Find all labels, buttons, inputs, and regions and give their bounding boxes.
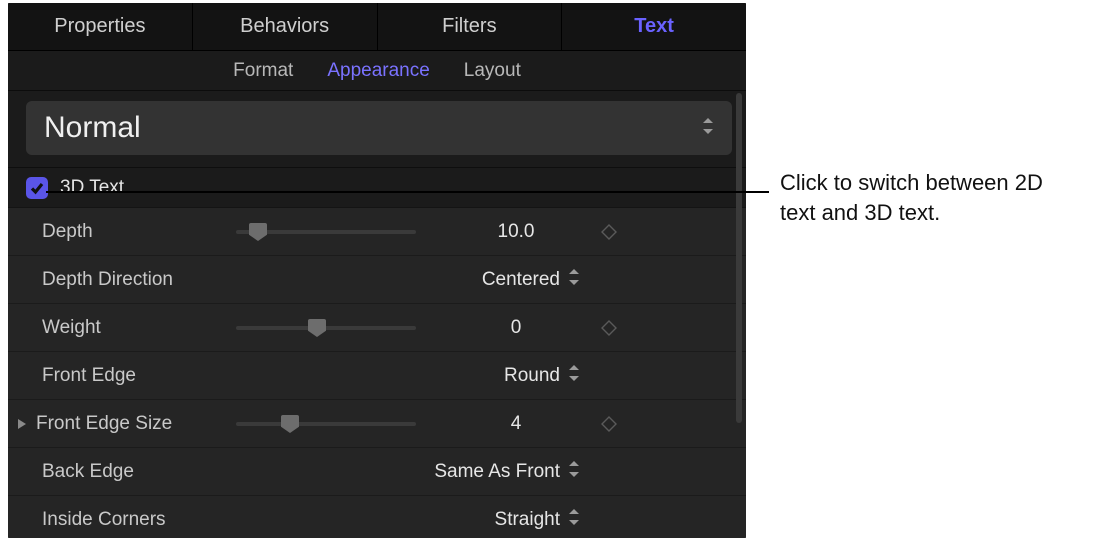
vertical-scrollbar[interactable]: [736, 93, 742, 423]
keyframe-diamond-icon[interactable]: [586, 416, 632, 432]
updown-icon: [702, 118, 714, 139]
keyframe-diamond-icon[interactable]: [586, 224, 632, 240]
param-front-edge-value: Round: [504, 365, 560, 387]
section-3d-text-header: 3D Text: [8, 168, 746, 208]
inspector-panel: Properties Behaviors Filters Text Format…: [8, 3, 746, 538]
updown-icon: [568, 509, 580, 531]
param-row-weight: Weight 0: [8, 304, 746, 352]
param-depth-value[interactable]: 10.0: [446, 221, 586, 243]
checkbox-3d-text[interactable]: [26, 177, 48, 199]
tab-text[interactable]: Text: [562, 3, 746, 50]
param-depth-direction-select[interactable]: Centered: [236, 269, 586, 291]
param-back-edge-label: Back Edge: [36, 461, 236, 483]
annotation-text: Click to switch between 2D text and 3D t…: [780, 168, 1080, 227]
param-depth-direction-label: Depth Direction: [36, 269, 236, 291]
param-inside-corners-value: Straight: [495, 509, 560, 531]
param-front-edge-select[interactable]: Round: [236, 365, 586, 387]
param-front-edge-size-label: Front Edge Size: [36, 413, 236, 435]
param-row-depth: Depth 10.0: [8, 208, 746, 256]
param-depth-direction-value: Centered: [482, 269, 560, 291]
text-sub-tabs: Format Appearance Layout: [8, 51, 746, 91]
param-depth-slider[interactable]: [236, 221, 446, 243]
param-inside-corners-select[interactable]: Straight: [236, 509, 586, 531]
param-weight-label: Weight: [36, 317, 236, 339]
tab-behaviors[interactable]: Behaviors: [193, 3, 378, 50]
annotation-leader-line: [46, 191, 769, 193]
param-front-edge-size-slider[interactable]: [236, 413, 446, 435]
updown-icon: [568, 461, 580, 483]
tab-properties[interactable]: Properties: [8, 3, 193, 50]
tab-filters[interactable]: Filters: [378, 3, 563, 50]
style-preset-row: Normal: [8, 91, 746, 168]
param-weight-slider[interactable]: [236, 317, 446, 339]
disclosure-triangle-icon[interactable]: [8, 418, 36, 430]
param-row-inside-corners: Inside Corners Straight: [8, 496, 746, 538]
param-row-back-edge: Back Edge Same As Front: [8, 448, 746, 496]
param-depth-label: Depth: [36, 221, 236, 243]
param-row-depth-direction: Depth Direction Centered: [8, 256, 746, 304]
updown-icon: [568, 365, 580, 387]
style-preset-label: Normal: [44, 111, 141, 145]
param-back-edge-value: Same As Front: [434, 461, 560, 483]
param-weight-value[interactable]: 0: [446, 317, 586, 339]
subtab-appearance[interactable]: Appearance: [327, 60, 429, 82]
param-back-edge-select[interactable]: Same As Front: [236, 461, 586, 483]
param-inside-corners-label: Inside Corners: [36, 509, 236, 531]
section-3d-text-label: 3D Text: [60, 177, 124, 199]
3d-text-params-group: Depth 10.0 Depth Direction Centered: [8, 208, 746, 538]
keyframe-diamond-icon[interactable]: [586, 320, 632, 336]
subtab-layout[interactable]: Layout: [464, 60, 521, 82]
param-row-front-edge-size: Front Edge Size 4: [8, 400, 746, 448]
updown-icon: [568, 269, 580, 291]
inspector-main-tabs: Properties Behaviors Filters Text: [8, 3, 746, 51]
param-front-edge-label: Front Edge: [36, 365, 236, 387]
subtab-format[interactable]: Format: [233, 60, 293, 82]
param-row-front-edge: Front Edge Round: [8, 352, 746, 400]
param-front-edge-size-value[interactable]: 4: [446, 413, 586, 435]
style-preset-select[interactable]: Normal: [26, 101, 732, 155]
